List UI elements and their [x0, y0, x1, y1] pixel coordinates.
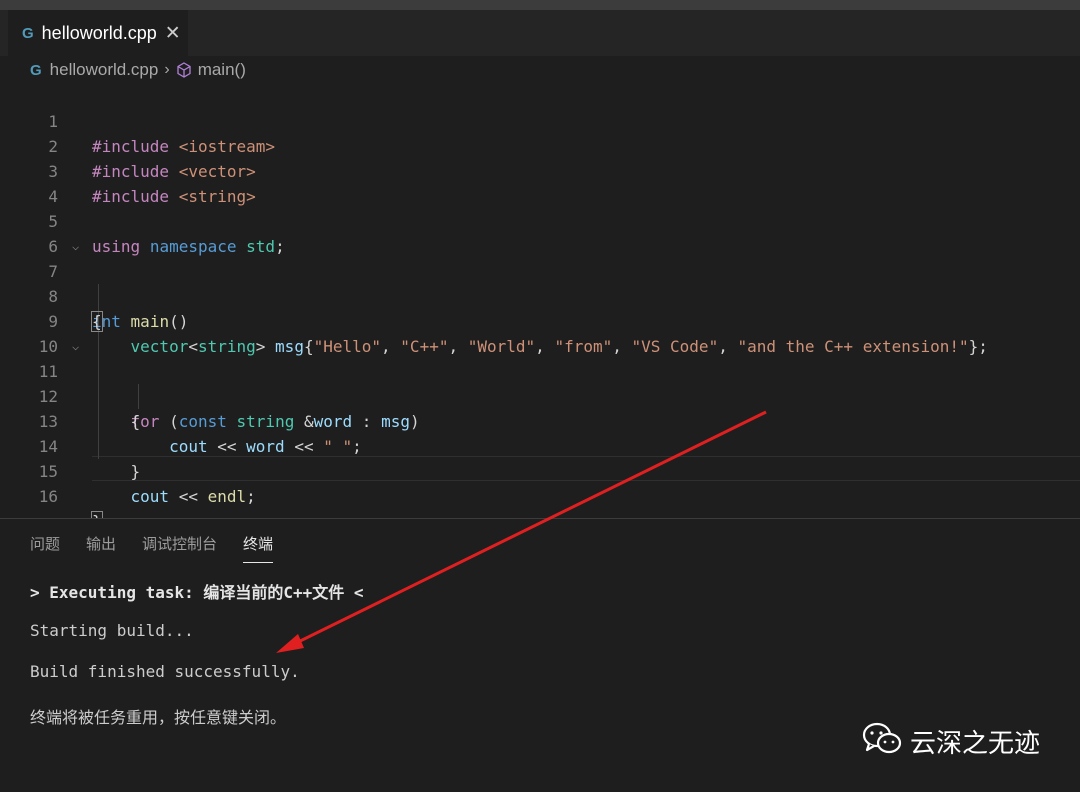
code-editor[interactable]: 1 #include <iostream> 2 #include <vector…	[0, 84, 1080, 532]
panel-tabs: 问题 输出 调试控制台 终端	[30, 533, 299, 563]
tab-helloworld-cpp[interactable]: G helloworld.cpp ✕	[8, 10, 188, 56]
code-line: 13 cout << word << " ";	[0, 384, 1080, 456]
code-line: 3 #include <string>	[0, 134, 1080, 206]
code-line: 9 vector<string> msg{"Hello", "C++", "Wo…	[0, 284, 1080, 356]
breadcrumb: G helloworld.cpp › main()	[30, 58, 246, 82]
breadcrumb-file[interactable]: helloworld.cpp	[50, 60, 159, 80]
terminal-line: Starting build...	[30, 621, 194, 640]
terminal-line: Build finished successfully.	[30, 662, 300, 681]
method-cube-icon	[176, 62, 192, 78]
tab-debug-console[interactable]: 调试控制台	[142, 533, 217, 563]
code-line: 11 ⌵ for (const string &word : msg)	[0, 334, 1080, 431]
tab-label: helloworld.cpp	[41, 22, 157, 43]
code-line: 4	[0, 159, 1080, 206]
breadcrumb-symbol[interactable]: main()	[198, 60, 246, 80]
code-line: 14 }	[0, 409, 1080, 481]
close-icon[interactable]: ✕	[165, 22, 181, 45]
title-bar	[0, 0, 1080, 10]
code-line: 7 ⌵ int main()	[0, 234, 1080, 331]
tab-output[interactable]: 输出	[86, 533, 116, 563]
code-line: 16 }	[0, 459, 1080, 532]
wechat-icon	[862, 722, 902, 761]
code-line: 2 #include <vector>	[0, 109, 1080, 181]
fold-chevron-icon[interactable]: ⌵	[72, 334, 79, 359]
tab-problems[interactable]: 问题	[30, 533, 60, 563]
code-line: 15 cout << endl;	[0, 434, 1080, 506]
code-line: 8 {	[0, 259, 1080, 332]
code-line: 1 #include <iostream>	[0, 84, 1080, 156]
cpp-file-icon: G	[30, 61, 42, 79]
code-line: 5 using namespace std;	[0, 184, 1080, 256]
chevron-right-icon: ›	[164, 61, 170, 78]
tab-terminal[interactable]: 终端	[243, 533, 274, 563]
cpp-file-icon: G	[22, 24, 34, 42]
terminal-line: > Executing task: 编译当前的C++文件 <	[30, 583, 364, 602]
fold-chevron-icon[interactable]: ⌵	[72, 234, 79, 259]
terminal-line: 终端将被任务重用，按任意键关闭。	[30, 708, 287, 727]
watermark: 云深之无迹	[862, 722, 1040, 761]
line-number: 16	[38, 487, 58, 506]
watermark-text: 云深之无迹	[910, 728, 1041, 758]
editor-tab-strip: G helloworld.cpp ✕	[0, 10, 1080, 56]
code-line: 6	[0, 209, 1080, 256]
code-line: 12 {	[0, 359, 1080, 431]
code-line: 10	[0, 309, 1080, 356]
